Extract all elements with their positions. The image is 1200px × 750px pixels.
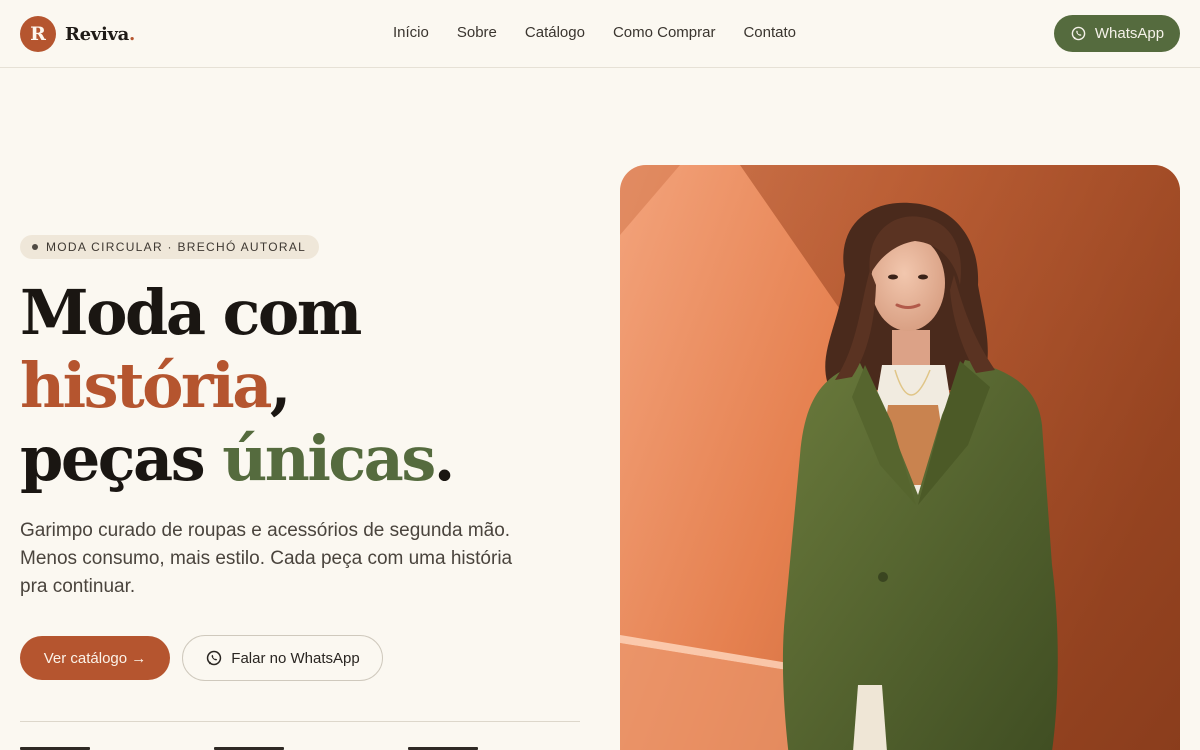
nav-link-sobre[interactable]: Sobre <box>457 23 497 43</box>
talk-whatsapp-label: Falar no WhatsApp <box>231 649 360 667</box>
whatsapp-icon <box>1071 26 1086 41</box>
hero-lead: Garimpo curado de roupas e acessórios de… <box>20 520 513 597</box>
talk-whatsapp-button[interactable]: Falar no WhatsApp <box>182 635 383 681</box>
view-catalog-button[interactable]: Ver catálogo → <box>20 636 170 680</box>
hero-photo-illustration <box>620 165 1180 750</box>
main-nav: Início Sobre Catálogo Como Comprar Conta… <box>393 23 824 43</box>
headline-comma: , <box>269 349 292 422</box>
view-catalog-label: Ver catálogo → <box>43 649 147 667</box>
brand-name: Reviva. <box>65 23 135 45</box>
eyebrow-badge: MODA CIRCULAR · BRECHÓ AUTORAL <box>20 235 320 259</box>
site-header: R Reviva. Início Sobre Catálogo Como Com… <box>0 0 1200 68</box>
stat-peek-2 <box>214 744 284 750</box>
nav-link-como-comprar[interactable]: Como Comprar <box>613 23 716 43</box>
headline-period: . <box>433 422 456 495</box>
stat-peek-1 <box>20 744 90 750</box>
headline-accent-historia: história <box>20 349 272 422</box>
nav-link-catalogo[interactable]: Catálogo <box>525 23 585 43</box>
eyebrow-text: MODA CIRCULAR · BRECHÓ AUTORAL <box>46 240 307 254</box>
headline-accent-unicas: únicas <box>222 422 436 495</box>
header-whatsapp-button[interactable]: WhatsApp <box>1054 15 1180 52</box>
whatsapp-icon <box>207 650 222 666</box>
hero-headline: Moda com história, peças únicas. <box>20 276 600 495</box>
hero-divider <box>20 721 580 722</box>
brand-logo[interactable]: R Reviva. <box>20 16 135 52</box>
nav-link-inicio[interactable]: Início <box>393 23 429 43</box>
header-whatsapp-label: WhatsApp <box>1094 25 1165 42</box>
hero-photo <box>620 165 1180 750</box>
headline-line-3-start: peças <box>20 422 223 495</box>
nav-link-contato[interactable]: Contato <box>743 23 796 43</box>
headline-line-1: Moda com <box>20 276 362 349</box>
logo-mark: R <box>20 16 56 52</box>
dot-icon <box>32 244 38 250</box>
stat-peek-3 <box>408 744 478 750</box>
